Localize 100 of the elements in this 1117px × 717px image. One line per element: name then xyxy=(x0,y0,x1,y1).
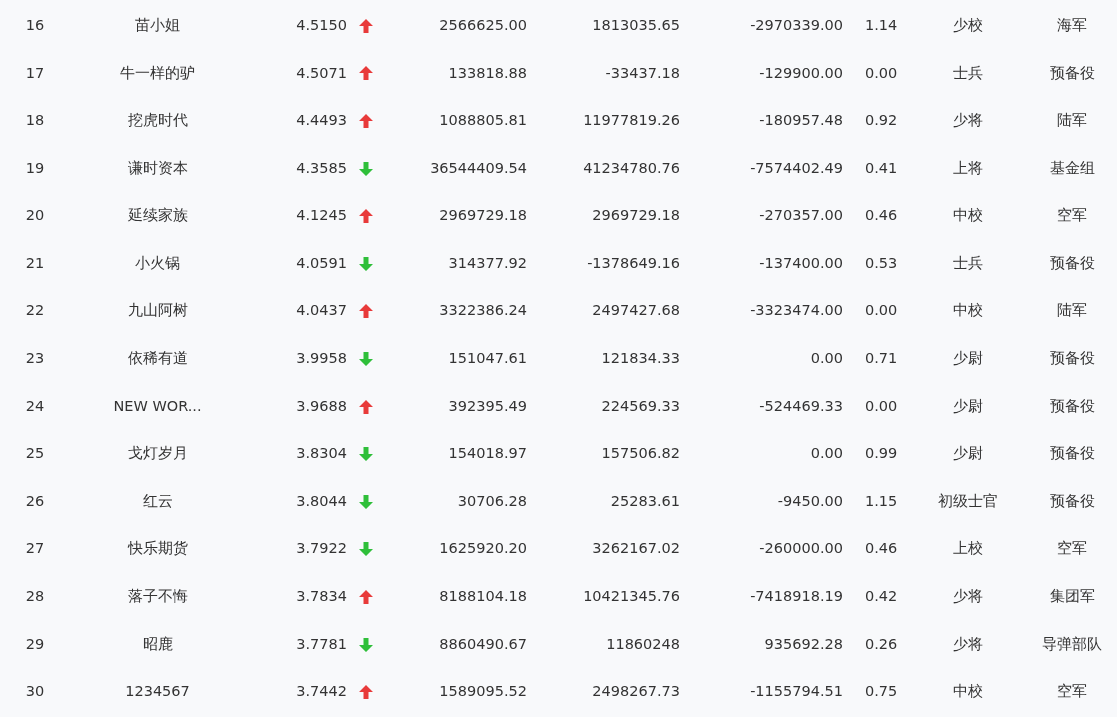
rank-number: 30 xyxy=(25,683,45,700)
trader-name: 快乐期货 xyxy=(127,540,188,557)
table-cell: 10421345.76 xyxy=(583,588,680,605)
table-cell: 0.46 xyxy=(865,540,898,557)
trader-name: 挖虎时代 xyxy=(127,112,188,129)
rank-number: 21 xyxy=(25,254,45,271)
rank-title: 少尉 xyxy=(953,350,983,367)
branch-name: 基金组 xyxy=(1049,159,1095,176)
trader-name: 戈灯岁月 xyxy=(127,445,188,462)
branch-name: 空军 xyxy=(1057,683,1087,700)
rank-title: 中校 xyxy=(953,683,983,700)
table-cell: 1589095.52 xyxy=(439,683,527,700)
rank-number: 25 xyxy=(25,445,45,462)
table-cell: 121834.33 xyxy=(601,350,680,367)
score-value: 4.5071 xyxy=(296,64,347,81)
branch-name: 空军 xyxy=(1057,207,1087,224)
table-cell: 2969729.18 xyxy=(439,207,527,224)
rank-title: 初级士官 xyxy=(938,492,998,509)
branch-name: 海军 xyxy=(1057,16,1087,33)
branch-name: 集团军 xyxy=(1049,588,1095,605)
branch-name: 预备役 xyxy=(1049,254,1095,271)
table-cell: 8188104.18 xyxy=(439,588,527,605)
branch-name: 预备役 xyxy=(1049,397,1095,414)
rank-number: 24 xyxy=(25,397,45,414)
table-cell: 2566625.00 xyxy=(439,16,527,33)
table-cell: -270357.00 xyxy=(759,207,843,224)
rank-title: 少将 xyxy=(953,635,983,652)
table-cell: 3322386.24 xyxy=(439,302,527,319)
rank-number: 16 xyxy=(25,16,45,33)
trader-name: 小火锅 xyxy=(135,254,180,271)
trader-name: 苗小姐 xyxy=(135,16,180,33)
score-value: 3.9958 xyxy=(296,350,347,367)
table-cell: 36544409.54 xyxy=(430,159,527,176)
score-value: 4.5150 xyxy=(296,16,347,33)
table-cell: 30706.28 xyxy=(457,492,527,509)
trader-name: 延续家族 xyxy=(127,207,188,224)
table-cell: 0.75 xyxy=(865,683,898,700)
rank-number: 17 xyxy=(25,64,45,81)
table-cell: 1088805.81 xyxy=(439,112,527,129)
rank-title: 少尉 xyxy=(953,445,983,462)
score-value: 4.4493 xyxy=(296,112,347,129)
table-cell: 154018.97 xyxy=(448,445,527,462)
table-cell: 1.14 xyxy=(865,16,898,33)
branch-name: 预备役 xyxy=(1049,350,1095,367)
rank-title: 少校 xyxy=(953,16,983,33)
table-cell: 0.71 xyxy=(865,350,898,367)
rank-number: 18 xyxy=(25,112,45,129)
table-cell: 935692.28 xyxy=(764,635,843,652)
rank-number: 22 xyxy=(25,302,45,319)
table-cell: 41234780.76 xyxy=(583,159,680,176)
score-value: 4.0437 xyxy=(296,302,347,319)
rank-title: 少将 xyxy=(953,588,983,605)
table-cell: -2970339.00 xyxy=(750,16,843,33)
rank-title: 上校 xyxy=(953,540,983,557)
rank-title: 中校 xyxy=(953,302,983,319)
rank-title: 士兵 xyxy=(953,254,983,271)
trader-name: 牛一样的驴 xyxy=(120,64,195,81)
table-cell: 1.15 xyxy=(865,492,898,509)
score-value: 3.8044 xyxy=(296,492,347,509)
rank-title: 少将 xyxy=(953,112,983,129)
table-cell: 11860248 xyxy=(606,635,680,652)
table-cell: 8860490.67 xyxy=(439,635,527,652)
score-value: 3.7442 xyxy=(296,683,347,700)
table-cell: -137400.00 xyxy=(759,254,843,271)
rank-title: 上将 xyxy=(953,159,983,176)
table-cell: 0.00 xyxy=(865,397,898,414)
table-cell: 0.00 xyxy=(865,64,898,81)
score-value: 4.3585 xyxy=(296,159,347,176)
table-cell: -1155794.51 xyxy=(750,683,843,700)
table-cell: 2498267.73 xyxy=(592,683,680,700)
rank-title: 少尉 xyxy=(953,397,983,414)
table-cell: 0.41 xyxy=(865,159,898,176)
table-cell: -180957.48 xyxy=(759,112,843,129)
table-cell: -9450.00 xyxy=(777,492,843,509)
score-value: 3.7922 xyxy=(296,540,347,557)
branch-name: 空军 xyxy=(1057,540,1087,557)
table-cell: 0.46 xyxy=(865,207,898,224)
branch-name: 预备役 xyxy=(1049,445,1095,462)
table-cell: -260000.00 xyxy=(759,540,843,557)
table-cell: 157506.82 xyxy=(601,445,680,462)
table-cell: 25283.61 xyxy=(610,492,680,509)
branch-name: 陆军 xyxy=(1057,302,1087,319)
table-cell: 0.42 xyxy=(865,588,898,605)
branch-name: 导弹部队 xyxy=(1042,635,1102,652)
table-cell: 133818.88 xyxy=(448,64,527,81)
table-cell: 0.92 xyxy=(865,112,898,129)
rank-title: 士兵 xyxy=(953,64,983,81)
branch-name: 预备役 xyxy=(1049,492,1095,509)
table-cell: 2497427.68 xyxy=(592,302,680,319)
rank-title: 中校 xyxy=(953,207,983,224)
score-value: 3.9688 xyxy=(296,397,347,414)
table-cell: -33437.18 xyxy=(605,64,680,81)
rank-number: 19 xyxy=(25,159,45,176)
table-cell: -3323474.00 xyxy=(750,302,843,319)
table-cell: -1378649.16 xyxy=(587,254,680,271)
trader-name: 昭鹿 xyxy=(142,635,173,652)
table-cell: 0.00 xyxy=(810,445,843,462)
trader-name: 落子不悔 xyxy=(127,588,188,605)
table-cell: -524469.33 xyxy=(759,397,843,414)
score-value: 4.1245 xyxy=(296,207,347,224)
